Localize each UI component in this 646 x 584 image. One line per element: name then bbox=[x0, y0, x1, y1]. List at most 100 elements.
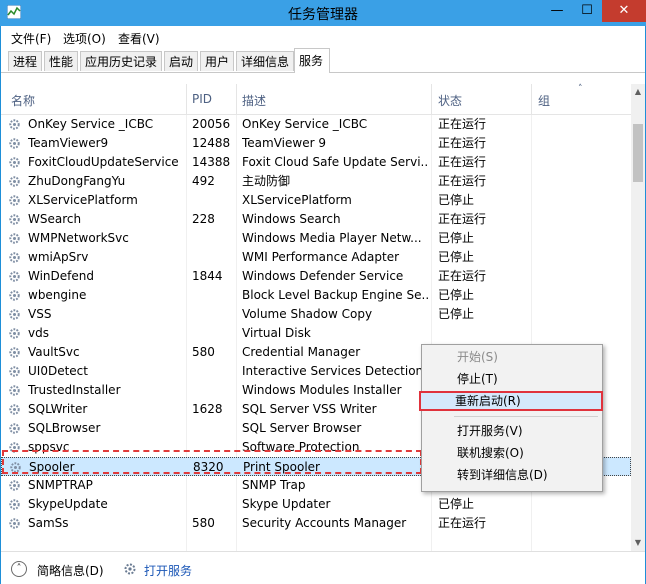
table-row[interactable]: WinDefend 1844 Windows Defender Service 正在运… bbox=[1, 267, 631, 286]
table-row[interactable]: WSearch 228 Windows Search 正在运行 bbox=[1, 210, 631, 229]
table-row[interactable]: SkypeUpdate Skype Updater 已停止 bbox=[1, 495, 631, 514]
services-gear-icon bbox=[124, 563, 136, 575]
service-gear-icon bbox=[9, 176, 20, 187]
table-row[interactable]: TeamViewer9 12488 TeamViewer 9 正在运行 bbox=[1, 134, 631, 153]
menu-item-stop[interactable]: 停止(T) bbox=[423, 369, 599, 389]
service-gear-icon bbox=[9, 366, 20, 377]
service-pid: 580 bbox=[192, 345, 215, 359]
scroll-down-icon[interactable]: ▼ bbox=[631, 535, 645, 551]
fewer-details-button[interactable]: 简略信息(D) bbox=[37, 562, 104, 579]
service-status: 正在运行 bbox=[438, 269, 487, 283]
menu-view[interactable]: 查看(V) bbox=[118, 30, 160, 47]
table-row[interactable]: WMPNetworkSvc Windows Media Player Netw..… bbox=[1, 229, 631, 248]
service-name: FoxitCloudUpdateService bbox=[28, 155, 179, 169]
service-status: 正在运行 bbox=[438, 155, 487, 169]
table-row[interactable]: wmiApSrv WMI Performance Adapter 已停止 bbox=[1, 248, 631, 267]
open-services-link[interactable]: 打开服务 bbox=[144, 562, 192, 579]
service-gear-icon bbox=[9, 499, 20, 510]
close-button[interactable]: ✕ bbox=[602, 0, 646, 22]
scroll-up-icon[interactable]: ▲ bbox=[631, 84, 645, 100]
menu-item-search-online[interactable]: 联机搜索(O) bbox=[423, 443, 599, 463]
service-pid: 580 bbox=[192, 516, 215, 530]
column-group[interactable]: 组 bbox=[538, 92, 550, 109]
service-status: 正在运行 bbox=[438, 212, 487, 226]
table-row[interactable]: FoxitCloudUpdateService 14388 Foxit Cloud … bbox=[1, 153, 631, 172]
service-name: WinDefend bbox=[28, 269, 94, 283]
service-gear-icon bbox=[9, 195, 20, 206]
vertical-scrollbar[interactable]: ▲ ▼ bbox=[631, 84, 645, 551]
tab-processes[interactable]: 进程 bbox=[8, 51, 42, 71]
table-row[interactable]: XLServicePlatform XLServicePlatform 已停止 bbox=[1, 191, 631, 210]
service-description: Skype Updater bbox=[242, 497, 331, 511]
scroll-thumb[interactable] bbox=[633, 124, 643, 182]
service-name: UI0Detect bbox=[28, 364, 88, 378]
tab-details[interactable]: 详细信息 bbox=[236, 51, 294, 71]
service-description: Windows Modules Installer bbox=[242, 383, 402, 397]
service-description: Windows Defender Service bbox=[242, 269, 404, 283]
table-row[interactable]: SamSs 580 Security Accounts Manager 正在运行 bbox=[1, 514, 631, 533]
service-status: 正在运行 bbox=[438, 516, 487, 530]
service-description: SQL Server VSS Writer bbox=[242, 402, 377, 416]
tab-services[interactable]: 服务 bbox=[294, 48, 330, 73]
service-name: TeamViewer9 bbox=[28, 136, 109, 150]
service-status: 已停止 bbox=[438, 250, 475, 264]
service-pid: 12488 bbox=[192, 136, 231, 150]
context-menu: 开始(S) 停止(T) 重新启动(R) 打开服务(V) 联机搜索(O) 转到详细… bbox=[419, 344, 603, 492]
minimize-button[interactable]: — bbox=[542, 0, 572, 22]
title-bar[interactable]: 任务管理器 — ☐ ✕ bbox=[0, 0, 646, 26]
menu-item-start[interactable]: 开始(S) bbox=[423, 347, 599, 367]
table-row[interactable]: VSS Volume Shadow Copy 已停止 bbox=[1, 305, 631, 324]
service-gear-icon bbox=[9, 290, 20, 301]
service-status: 已停止 bbox=[438, 193, 475, 207]
service-name: XLServicePlatform bbox=[28, 193, 138, 207]
column-description[interactable]: 描述 bbox=[242, 92, 266, 109]
service-gear-icon bbox=[9, 518, 20, 529]
table-row[interactable]: OnKey Service _ICBC 20056 OnKey Service _I… bbox=[1, 115, 631, 134]
service-status: 已停止 bbox=[438, 307, 475, 321]
service-description: Windows Search bbox=[242, 212, 341, 226]
maximize-button[interactable]: ☐ bbox=[572, 0, 602, 22]
menu-item-open-services[interactable]: 打开服务(V) bbox=[423, 421, 599, 441]
service-name: TrustedInstaller bbox=[28, 383, 121, 397]
service-gear-icon bbox=[9, 328, 20, 339]
service-gear-icon bbox=[9, 347, 20, 358]
tab-startup[interactable]: 启动 bbox=[164, 51, 198, 71]
service-pid: 1844 bbox=[192, 269, 223, 283]
column-pid[interactable]: PID bbox=[192, 92, 212, 106]
column-status[interactable]: 状态 bbox=[438, 92, 462, 109]
service-name: WMPNetworkSvc bbox=[28, 231, 129, 245]
service-name: SkypeUpdate bbox=[28, 497, 108, 511]
service-pid: 1628 bbox=[192, 402, 223, 416]
sort-ascending-icon: ˄ bbox=[578, 84, 583, 94]
service-status: 正在运行 bbox=[438, 117, 487, 131]
service-name: wbengine bbox=[28, 288, 87, 302]
column-name[interactable]: 名称 bbox=[11, 92, 35, 109]
service-status: 已停止 bbox=[438, 497, 475, 511]
menu-options[interactable]: 选项(O) bbox=[63, 30, 106, 47]
table-row[interactable]: wbengine Block Level Backup Engine Se... 已… bbox=[1, 286, 631, 305]
menu-file[interactable]: 文件(F) bbox=[11, 30, 51, 47]
tab-app-history[interactable]: 应用历史记录 bbox=[80, 51, 162, 71]
service-status: 正在运行 bbox=[438, 136, 487, 150]
menu-item-restart[interactable]: 重新启动(R) bbox=[419, 391, 603, 411]
tab-performance[interactable]: 性能 bbox=[44, 51, 78, 71]
service-gear-icon bbox=[9, 271, 20, 282]
service-description: Virtual Disk bbox=[242, 326, 311, 340]
menu-item-go-to-details[interactable]: 转到详细信息(D) bbox=[423, 465, 599, 485]
main-content: 文件(F) 选项(O) 查看(V) 进程 性能 应用历史记录 启动 用户 详细信… bbox=[1, 26, 645, 584]
service-pid: 228 bbox=[192, 212, 215, 226]
service-name: SamSs bbox=[28, 516, 69, 530]
menu-bar: 文件(F) 选项(O) 查看(V) bbox=[1, 26, 645, 48]
table-row[interactable]: vds Virtual Disk bbox=[1, 324, 631, 343]
service-name: WSearch bbox=[28, 212, 82, 226]
service-name: OnKey Service _ICBC bbox=[28, 117, 154, 131]
service-name: ZhuDongFangYu bbox=[28, 174, 126, 188]
service-pid: 492 bbox=[192, 174, 215, 188]
table-row[interactable]: ZhuDongFangYu 492 主动防御 正在运行 bbox=[1, 172, 631, 191]
service-name: SQLBrowser bbox=[28, 421, 101, 435]
service-name: SNMPTRAP bbox=[28, 478, 93, 492]
service-gear-icon bbox=[9, 309, 20, 320]
collapse-chevron-icon[interactable]: ˄ bbox=[11, 561, 27, 577]
service-description: TeamViewer 9 bbox=[242, 136, 326, 150]
tab-users[interactable]: 用户 bbox=[200, 51, 234, 71]
